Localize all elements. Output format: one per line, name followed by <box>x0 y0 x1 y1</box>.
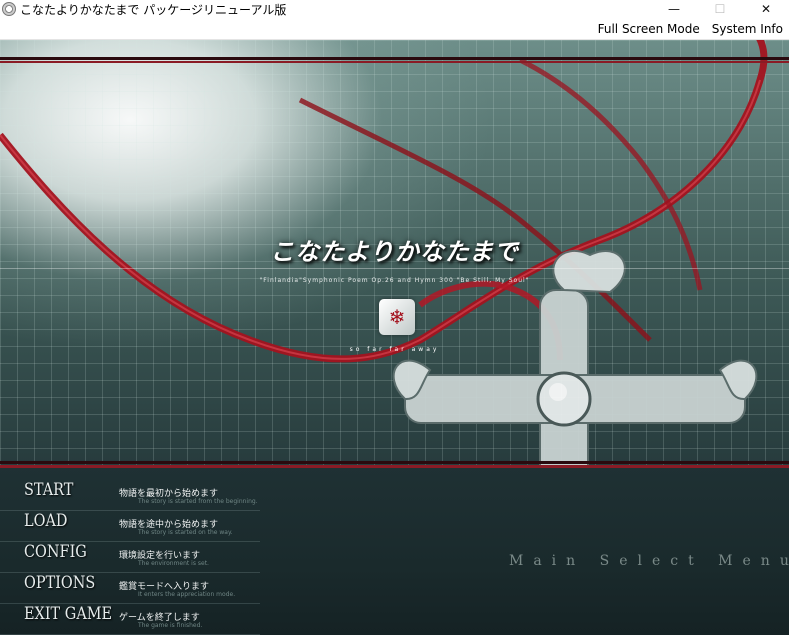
menu-subtext: The environment is set. <box>138 560 209 567</box>
menu-config[interactable]: CONFIG 環境設定を行います The environment is set. <box>0 542 260 573</box>
menu-load[interactable]: LOAD 物語を途中から始めます The story is started on… <box>0 511 260 542</box>
main-menu: START 物語を最初から始めます The story is started f… <box>0 480 300 635</box>
main-select-menu-label: Main Select Menu <box>509 553 789 569</box>
menu-subtext: The story is started on the way. <box>138 529 233 536</box>
menu-subtext: It enters the appreciation mode. <box>138 591 236 598</box>
menu-options[interactable]: OPTIONS 鑑賞モードへ入ります It enters the appreci… <box>0 573 260 604</box>
menu-exit-game[interactable]: EXIT GAME ゲームを終了します The game is finished… <box>0 604 260 635</box>
window-title-bar: こなたよりかなたまで パッケージリニューアル版 — ☐ ✕ <box>0 0 789 18</box>
menu-subtext: The story is started from the beginning. <box>138 498 258 505</box>
game-subtitle: "Finlandia"Symphonic Poem Op.26 and Hymn… <box>259 277 530 284</box>
menu-label: START <box>24 480 74 500</box>
divider-line <box>0 461 789 464</box>
divider-line <box>0 465 789 468</box>
close-button[interactable]: ✕ <box>743 0 789 18</box>
menu-label: LOAD <box>24 511 68 531</box>
divider-line <box>0 268 789 269</box>
menu-system-info[interactable]: System Info <box>706 22 789 36</box>
minimize-button[interactable]: — <box>651 0 697 18</box>
game-emblem-icon <box>2 2 16 16</box>
maximize-button[interactable]: ☐ <box>697 0 743 18</box>
divider-line <box>0 57 789 60</box>
menu-subtext: The game is finished. <box>138 622 203 629</box>
game-title: こなたよりかなたまで <box>270 237 519 266</box>
game-tagline: so far far away <box>349 346 440 353</box>
divider-line <box>0 61 789 63</box>
menu-label: OPTIONS <box>24 573 96 593</box>
window-controls: — ☐ ✕ <box>651 0 789 18</box>
game-screen: こなたよりかなたまで "Finlandia"Symphonic Poem Op.… <box>0 40 789 635</box>
menu-start[interactable]: START 物語を最初から始めます The story is started f… <box>0 480 260 511</box>
menu-full-screen-mode[interactable]: Full Screen Mode <box>592 22 706 36</box>
window-title: こなたよりかなたまで パッケージリニューアル版 <box>20 2 287 17</box>
snowflake-emblem-icon: ❄ <box>379 299 415 335</box>
menu-label: EXIT GAME <box>24 604 113 624</box>
menu-label: CONFIG <box>24 542 87 562</box>
menu-bar: Full Screen Mode System Info <box>0 18 789 40</box>
